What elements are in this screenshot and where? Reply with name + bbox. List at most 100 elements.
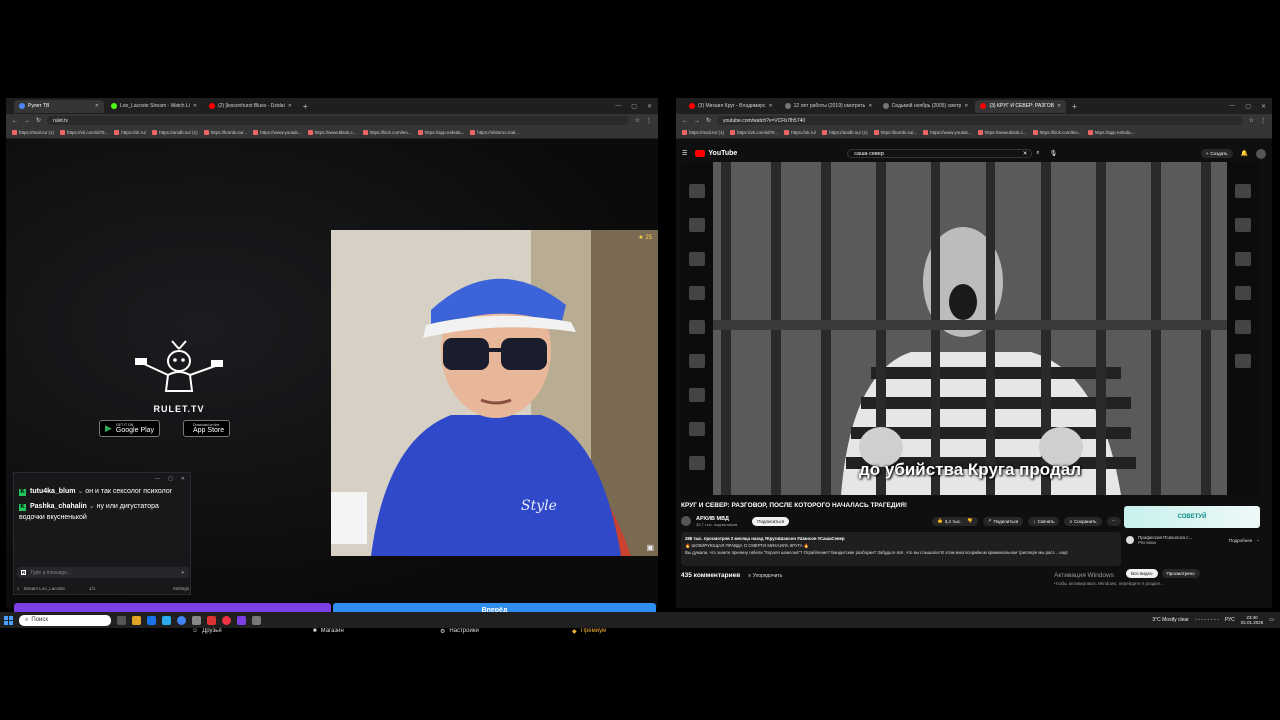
- close-icon[interactable]: ✕: [95, 103, 99, 109]
- obs-icon[interactable]: [237, 615, 246, 625]
- youtube-logo[interactable]: YouTube: [695, 150, 737, 157]
- bookmark-item[interactable]: https://kick.com/leo...: [1032, 130, 1082, 135]
- close-icon[interactable]: ✕: [193, 103, 197, 109]
- forward-icon[interactable]: →: [24, 118, 30, 124]
- right-tab-active-video[interactable]: (3) КРУГ И СЕВЕР: РАЗГОВ ✕: [975, 99, 1067, 113]
- opera-icon[interactable]: [207, 615, 216, 625]
- edge-icon[interactable]: [147, 615, 156, 625]
- close-icon[interactable]: ✕: [964, 103, 968, 109]
- star-icon[interactable]: ☆: [1249, 117, 1254, 124]
- chat-settings-label[interactable]: Settings: [173, 586, 189, 591]
- right-tab-krug[interactable]: (3) Михаил Круг - Владимирс ✕: [684, 100, 778, 113]
- tray-icons[interactable]: ◦ ◦ ◦ ◦ ◦ ◦ ◦ ◦: [1195, 617, 1219, 623]
- create-button[interactable]: + Создать: [1200, 149, 1233, 158]
- maximize-icon[interactable]: ▢: [1245, 103, 1251, 110]
- chip-watched[interactable]: Просмотрено: [1161, 569, 1200, 578]
- bookmark-item[interactable]: https://anidb.su/ (1): [152, 130, 198, 135]
- bookmark-item[interactable]: https://app.nebula...: [417, 130, 464, 135]
- bookmark-item[interactable]: https://www.tiktok.c...: [977, 130, 1027, 135]
- maximize-icon[interactable]: ▢: [631, 103, 637, 110]
- back-icon[interactable]: ←: [682, 118, 688, 124]
- ad-banner[interactable]: СОВЕТУЙ: [1124, 506, 1260, 528]
- clock[interactable]: 23:40 02.01.2026: [1241, 615, 1264, 625]
- chevron-down-icon[interactable]: ⌄: [1256, 537, 1260, 543]
- left-tab-rulet[interactable]: Рулет ТВ ✕: [14, 99, 104, 113]
- maximize-icon[interactable]: ▢: [168, 476, 173, 482]
- search-icon[interactable]: ⌕: [17, 586, 20, 591]
- weather-widget[interactable]: 3°C Mostly clear: [1152, 617, 1188, 623]
- hamburger-icon[interactable]: ☰: [682, 150, 687, 157]
- nav-friends[interactable]: ☺ Друзья: [192, 628, 222, 634]
- ad-more-button[interactable]: Подробнее: [1229, 538, 1252, 543]
- video-player[interactable]: до убийства Круга продал: [681, 162, 1259, 495]
- google-play-button[interactable]: ▶ GET IT ON Google Play: [99, 420, 161, 437]
- bookmark-item[interactable]: https://kombi.su/...: [873, 130, 917, 135]
- left-tab-youtube[interactable]: (2) [lessonhurst Blues - Dzidai ✕: [204, 100, 297, 113]
- windows-start-icon[interactable]: [4, 615, 13, 625]
- avatar[interactable]: [1256, 148, 1266, 159]
- right-tab-movie-2[interactable]: Седьмой ноябрь (2005) смотр ✕: [878, 100, 974, 113]
- bookmark-item[interactable]: https://vk.com/id78...: [60, 130, 108, 135]
- search-icon[interactable]: ⌕: [1036, 150, 1039, 157]
- bookmark-item[interactable]: https://mail.ru/ (1): [682, 130, 724, 135]
- share-button[interactable]: ↗ Поделиться: [982, 516, 1024, 526]
- bookmark-item[interactable]: https://vk.com/id78...: [730, 130, 778, 135]
- microphone-icon[interactable]: 🎙: [1050, 150, 1058, 157]
- chat-input[interactable]: R Type a message... ➤: [17, 567, 189, 578]
- right-tab-movie-1[interactable]: 12 лет работы (2019) смотреть ✕: [780, 100, 876, 113]
- star-icon[interactable]: ☆: [635, 117, 640, 124]
- reload-icon[interactable]: ↻: [706, 117, 711, 124]
- bookmark-item[interactable]: https://kombi.su/...: [203, 130, 247, 135]
- chrome-icon[interactable]: [177, 615, 186, 625]
- channel-avatar[interactable]: [681, 516, 691, 526]
- language-indicator[interactable]: РУС: [1225, 617, 1235, 623]
- video-description[interactable]: 288 тыс. просмотров 2 месяца назад #Круг…: [681, 532, 1121, 566]
- app-icon[interactable]: [252, 615, 261, 625]
- camera-icon[interactable]: ▣: [646, 543, 654, 552]
- notifications-icon[interactable]: 🔔: [1241, 150, 1248, 157]
- app-icon[interactable]: [192, 615, 201, 625]
- right-url-bar[interactable]: youtube.com/watch?v=VCFb7fh5740: [717, 116, 1243, 125]
- minimize-icon[interactable]: —: [615, 103, 621, 110]
- bookmark-item[interactable]: https://kick.com/leo...: [362, 130, 412, 135]
- close-icon[interactable]: ✕: [181, 476, 185, 482]
- bookmark-item[interactable]: https://mail.ru/ (1): [12, 130, 54, 135]
- menu-icon[interactable]: ⋮: [646, 117, 652, 124]
- task-view-icon[interactable]: [117, 615, 126, 625]
- close-icon[interactable]: ✕: [288, 103, 292, 109]
- yandex-icon[interactable]: [222, 615, 231, 625]
- chat-username[interactable]: Pashka_chahalin: [30, 503, 87, 510]
- reload-icon[interactable]: ↻: [36, 117, 41, 124]
- menu-icon[interactable]: ⋮: [1260, 117, 1266, 124]
- bookmark-item[interactable]: https://app.nebula...: [1087, 130, 1134, 135]
- sort-comments-button[interactable]: ≡ Упорядочить: [748, 573, 782, 579]
- back-icon[interactable]: ←: [12, 118, 18, 124]
- bookmark-item[interactable]: https://www.youtub...: [253, 130, 302, 135]
- left-url-bar[interactable]: rulet.tv: [47, 116, 629, 125]
- nav-premium[interactable]: ◆ Премиум: [572, 628, 606, 635]
- bookmark-item[interactable]: https://shimroo.mal...: [470, 130, 519, 135]
- telegram-icon[interactable]: [162, 615, 171, 625]
- save-button[interactable]: ≡ Сохранить: [1064, 516, 1102, 526]
- nav-settings[interactable]: ⚙ Настройки: [440, 628, 479, 635]
- bookmark-item[interactable]: https://www.tiktok.c...: [307, 130, 357, 135]
- chat-username[interactable]: tutu4ka_blum: [30, 488, 76, 495]
- thumbs-down-icon[interactable]: 👎: [967, 518, 973, 524]
- bookmark-item[interactable]: https://ok.ru/: [784, 130, 816, 135]
- bookmark-item[interactable]: https://ok.ru/: [114, 130, 146, 135]
- left-tab-kick[interactable]: Loo_Lacoste Stream - Watch Li ✕: [106, 100, 202, 113]
- new-tab-icon[interactable]: +: [1068, 102, 1081, 111]
- bookmark-item[interactable]: https://www.youtub...: [923, 130, 972, 135]
- clear-search-icon[interactable]: ✕: [1023, 151, 1028, 157]
- nav-shop[interactable]: ■ Магазин: [313, 628, 344, 634]
- search-input[interactable]: саша север ✕: [847, 149, 1033, 158]
- close-window-icon[interactable]: ✕: [1261, 103, 1266, 110]
- like-button[interactable]: 👍 3,4 тыс. 👎: [932, 516, 978, 526]
- download-button[interactable]: ↓ Скачать: [1028, 516, 1060, 526]
- new-tab-icon[interactable]: +: [299, 102, 312, 111]
- send-icon[interactable]: ➤: [181, 570, 185, 576]
- app-store-button[interactable]: Download on the App Store: [183, 420, 231, 437]
- close-icon[interactable]: ✕: [1057, 103, 1061, 109]
- minimize-icon[interactable]: —: [1229, 103, 1235, 110]
- close-icon[interactable]: ✕: [868, 103, 872, 109]
